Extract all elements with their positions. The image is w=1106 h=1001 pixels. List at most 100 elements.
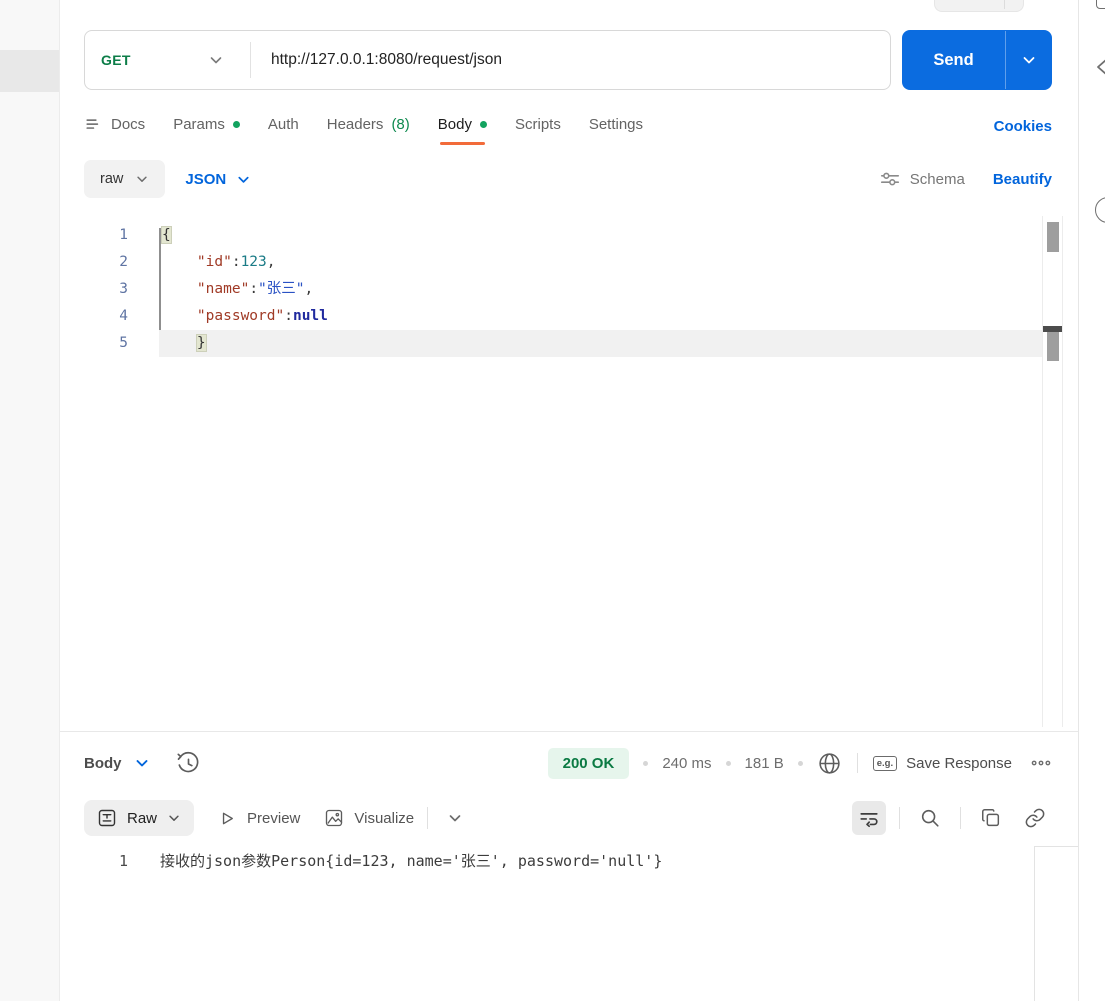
wrap-text-button[interactable] [852,801,886,835]
body-format-row: raw JSON Schema Beautify [84,156,1052,202]
tab-label: Headers [326,115,384,133]
raw-text-icon [98,809,116,827]
beautify-button[interactable]: Beautify [993,171,1052,188]
rail-help-icon[interactable] [1095,197,1105,223]
chevron-down-icon [136,760,147,767]
search-icon [921,809,939,827]
network-globe-icon[interactable] [817,751,842,776]
view-visualize-button[interactable]: Visualize [324,808,414,828]
view-raw-dropdown[interactable]: Raw [84,800,195,836]
main-panel: GET http://127.0.0.1:8080/request/json S… [60,0,1079,1001]
copy-icon [982,809,1000,827]
search-button[interactable] [913,801,947,835]
tab-label: Params [173,115,225,133]
response-toolbar: Raw Preview Visualize [84,798,1052,838]
tab-label: Body [437,115,472,133]
tab-body[interactable]: Body [437,115,487,145]
send-button-label[interactable]: Send [902,30,1005,90]
editor-scrollbar-marker[interactable] [1047,332,1059,361]
request-response-divider [60,731,1078,732]
url-field: GET http://127.0.0.1:8080/request/json [84,30,891,90]
rail-panel-icon[interactable] [1096,0,1105,9]
method-label: GET [101,52,131,68]
tab-label: Scripts [514,115,561,133]
sliders-icon [880,172,899,186]
tab-headers[interactable]: Headers (8) [327,116,410,143]
send-button[interactable]: Send [902,30,1052,90]
save-response-label: Save Response [906,754,1012,772]
status-badge: 200 OK [547,747,630,779]
method-dropdown[interactable]: GET [85,31,250,89]
request-tabs: Docs Params Auth Headers (8) Body Scripts Setti… [84,112,1052,146]
response-header: Body 200 OK 240 ms 181 B e.g. Save Respo… [84,742,1052,784]
line-number: 2 [119,254,128,270]
view-preview-button[interactable]: Preview [218,809,300,828]
chevron-left-icon[interactable] [1093,55,1105,79]
response-scroll-edge-top [1034,846,1078,847]
schema-label: Schema [909,170,965,188]
top-split-button-divider [1004,0,1005,9]
meta-divider [856,753,858,773]
tab-params[interactable]: Params [173,116,240,143]
code-line: 2 "id":123, [60,249,1078,276]
cookies-link[interactable]: Cookies [994,118,1052,141]
response-body[interactable]: 1 接收的json参数Person{id=123, name='张三', pass… [60,846,1078,1001]
tab-settings[interactable]: Settings [589,116,643,143]
chevron-down-icon [238,176,249,183]
body-mode-label: raw [100,171,124,187]
tab-count-badge: (8) [391,115,410,133]
response-size: 181 B [744,754,784,772]
meta-separator-dot [797,760,803,766]
tab-label: Docs [111,115,146,133]
url-input[interactable]: http://127.0.0.1:8080/request/json [251,51,502,69]
body-mode-dropdown[interactable]: raw [84,160,166,198]
response-time: 240 ms [662,754,712,772]
code-line: 5 } [60,330,1078,357]
tab-auth[interactable]: Auth [268,116,299,143]
play-icon [222,812,233,824]
code-line: 3 "name":"张三", [60,276,1078,303]
link-icon [1025,808,1045,828]
link-button[interactable] [1018,801,1052,835]
more-options-button[interactable] [1030,752,1052,774]
response-scroll-edge [1034,846,1035,1001]
tab-docs[interactable]: Docs [84,115,145,144]
line-number: 4 [119,308,128,324]
ellipsis-icon [1031,760,1051,766]
editor-scrollbar[interactable] [1042,216,1063,727]
schema-button[interactable]: Schema [879,168,965,190]
response-history-button[interactable] [176,751,201,776]
tab-label: Settings [588,115,644,133]
body-format-dropdown[interactable]: JSON [185,171,251,188]
line-content: "id":123, [196,254,276,270]
app-window: GET http://127.0.0.1:8080/request/json S… [0,0,1106,1001]
right-rail [1079,0,1105,1001]
chevron-down-icon [169,815,179,821]
line-content: { [162,227,171,243]
example-icon: e.g. [872,755,898,771]
more-views-caret[interactable] [441,804,469,832]
editor-scrollbar-thumb[interactable] [1047,222,1059,252]
active-line-highlight [159,330,1042,357]
chevron-down-icon [137,176,148,182]
chevron-down-icon [449,815,461,822]
save-response-button[interactable]: e.g. Save Response [872,754,1012,772]
response-pane-dropdown[interactable]: Body [84,755,150,772]
line-number: 5 [119,335,128,351]
view-raw-label: Raw [127,809,158,827]
chevron-down-icon [208,52,224,68]
response-pane-label: Body [84,754,122,772]
send-options-caret[interactable] [1006,30,1052,90]
top-split-button-partial[interactable] [934,0,1024,12]
toolbar-divider [427,807,429,829]
body-format-label: JSON [185,170,227,188]
line-content: } [196,335,206,351]
request-body-editor[interactable]: 1{2 "id":123, 3 "name":"张三", 4 "password":… [60,216,1078,731]
tab-scripts[interactable]: Scripts [515,116,561,143]
docs-lines-icon [86,118,99,129]
code-lines: 1{2 "id":123, 3 "name":"张三", 4 "password":… [60,216,1078,357]
copy-button[interactable] [974,801,1008,835]
sidebar-selected-item[interactable] [0,50,59,92]
tab-modified-dot [479,120,487,128]
line-content: "name":"张三", [196,281,314,297]
